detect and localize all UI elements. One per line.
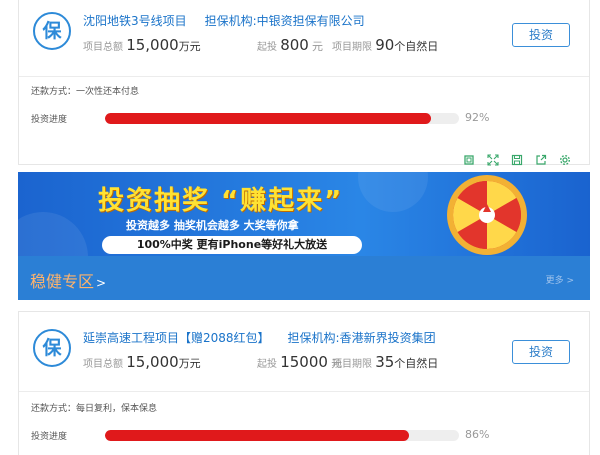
min-invest: 起投 15000 元 bbox=[257, 353, 342, 371]
prize-wheel-icon bbox=[447, 175, 527, 255]
progress-bar bbox=[105, 113, 459, 124]
guarantee-badge-icon: 保 bbox=[33, 12, 71, 50]
save-icon[interactable] bbox=[508, 151, 526, 169]
repayment-method: 还款方式：一次性还本付息 bbox=[31, 87, 140, 97]
divider bbox=[19, 76, 589, 77]
invest-button[interactable]: 投资 bbox=[512, 340, 570, 364]
total-label: 项目总额 bbox=[83, 359, 123, 370]
guarantor-label: 担保机构:香港新界投资集团 bbox=[287, 331, 436, 345]
min-invest: 起投 800 元 bbox=[257, 36, 323, 54]
project-term: 项目期限 35个自然日 bbox=[332, 353, 438, 371]
project-title-row: 沈阳地铁3号线项目 担保机构:中银资担保有限公司 bbox=[83, 12, 365, 29]
min-label: 起投 bbox=[257, 42, 277, 53]
promo-banner[interactable]: 投资抽奖 “赚起来” 投资越多 抽奖机会越多 大奖等你拿 100%中奖 更有iP… bbox=[18, 172, 590, 256]
section-title[interactable]: 稳健专区 > bbox=[30, 268, 106, 292]
term-label: 项目期限 bbox=[332, 42, 372, 53]
progress-label: 投资进度 bbox=[31, 432, 68, 442]
project-card: 保 沈阳地铁3号线项目 担保机构:中银资担保有限公司 项目总额 15,000万元 … bbox=[18, 0, 590, 165]
total-label: 项目总额 bbox=[83, 42, 123, 53]
total-unit: 万元 bbox=[178, 357, 201, 370]
section-header: 稳健专区 > 更多 > bbox=[18, 256, 590, 300]
total-unit: 万元 bbox=[178, 40, 201, 53]
image-toolbar bbox=[460, 151, 574, 169]
min-label: 起投 bbox=[257, 359, 277, 370]
section-title-text: 稳健专区 bbox=[30, 272, 95, 291]
total-amount: 项目总额 15,000万元 bbox=[83, 353, 201, 371]
project-title-row: 延崇高速工程项目【赠2088红包】 担保机构:香港新界投资集团 bbox=[83, 329, 436, 346]
banner-title: 投资抽奖 “赚起来” bbox=[98, 186, 344, 216]
progress-fill bbox=[105, 113, 431, 124]
guarantee-badge-icon: 保 bbox=[33, 329, 71, 367]
project-title-link[interactable]: 延崇高速工程项目【赠2088红包】 bbox=[83, 331, 270, 345]
term-unit: 个自然日 bbox=[394, 40, 439, 53]
total-value: 15,000 bbox=[126, 36, 179, 54]
term-value: 35 bbox=[375, 353, 395, 371]
page: 保 沈阳地铁3号线项目 担保机构:中银资担保有限公司 项目总额 15,000万元 … bbox=[0, 0, 600, 455]
divider bbox=[19, 391, 589, 392]
min-value: 800 bbox=[280, 36, 309, 54]
guarantor-label: 担保机构:中银资担保有限公司 bbox=[204, 14, 365, 28]
crop-icon[interactable] bbox=[460, 151, 478, 169]
progress-fill bbox=[105, 430, 410, 441]
progress-bar bbox=[105, 430, 459, 441]
expand-icon[interactable] bbox=[484, 151, 502, 169]
repayment-method: 还款方式：每日复利，保本保息 bbox=[31, 404, 158, 414]
term-unit: 个自然日 bbox=[394, 357, 439, 370]
term-value: 90 bbox=[375, 36, 395, 54]
project-term: 项目期限 90个自然日 bbox=[332, 36, 438, 54]
share-icon[interactable] bbox=[532, 151, 550, 169]
total-value: 15,000 bbox=[126, 353, 179, 371]
more-link[interactable]: 更多 > bbox=[546, 273, 574, 286]
min-unit: 元 bbox=[312, 40, 324, 53]
total-amount: 项目总额 15,000万元 bbox=[83, 36, 201, 54]
invest-button[interactable]: 投资 bbox=[512, 23, 570, 47]
project-card: 保 延崇高速工程项目【赠2088红包】 担保机构:香港新界投资集团 项目总额 15… bbox=[18, 311, 590, 455]
project-title-link[interactable]: 沈阳地铁3号线项目 bbox=[83, 14, 187, 28]
banner-subtitle: 投资越多 抽奖机会越多 大奖等你拿 bbox=[126, 219, 299, 232]
progress-label: 投资进度 bbox=[31, 115, 68, 125]
chevron-right-icon: > bbox=[96, 276, 107, 290]
settings-icon[interactable] bbox=[556, 151, 574, 169]
term-label: 项目期限 bbox=[332, 359, 372, 370]
progress-percent: 86% bbox=[465, 428, 490, 441]
min-value: 15000 bbox=[280, 353, 328, 371]
progress-percent: 92% bbox=[465, 111, 490, 124]
banner-pill: 100%中奖 更有iPhone等好礼大放送 bbox=[102, 236, 362, 254]
